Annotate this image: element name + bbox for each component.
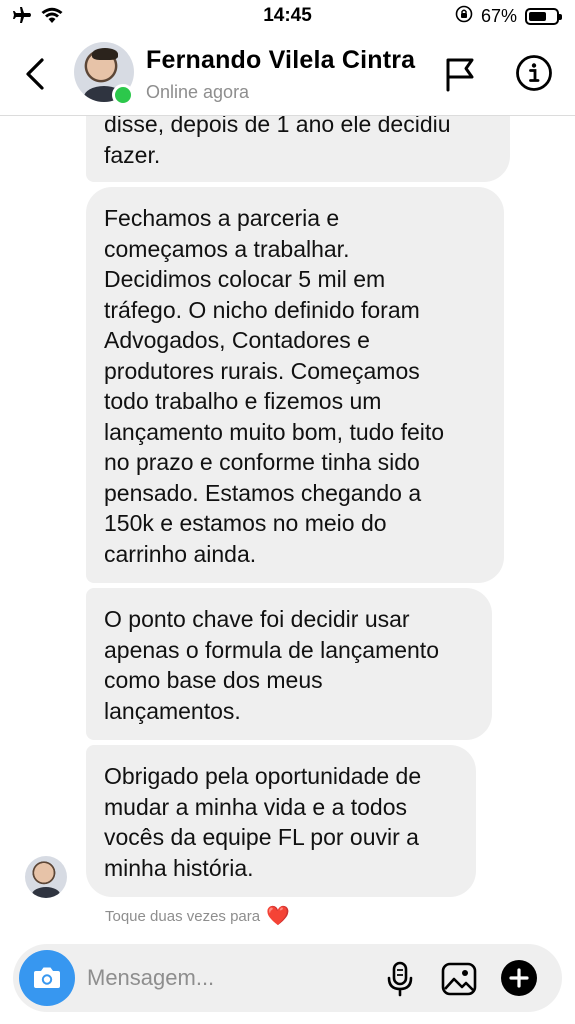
battery-icon [525, 8, 562, 25]
message-bubble[interactable]: Obrigado pela oportunidade de mudar a mi… [86, 745, 476, 897]
message-text: O ponto chave foi decidir usar apenas o … [104, 606, 439, 724]
back-button[interactable] [20, 54, 52, 94]
plus-icon [509, 968, 529, 988]
message-text: Fechamos a parceria e começamos a trabal… [104, 205, 445, 567]
heart-icon: ❤️ [266, 906, 290, 927]
chat-header: Fernando Vilela Cintra Online agora [0, 32, 575, 116]
gallery-button[interactable] [440, 960, 478, 998]
sender-avatar[interactable] [25, 856, 67, 898]
message-composer [13, 944, 562, 1012]
online-indicator [112, 84, 134, 106]
message-text: disse, depois de 1 ano ele decidiu fazer… [104, 116, 451, 168]
status-bar: 14:45 67% [0, 0, 575, 32]
report-button[interactable] [442, 54, 478, 94]
info-button[interactable] [515, 54, 553, 92]
message-thread[interactable]: disse, depois de 1 ano ele decidiu fazer… [0, 116, 575, 936]
hint-text: Toque duas vezes para [105, 907, 261, 925]
gallery-icon [441, 962, 477, 996]
message-bubble[interactable]: O ponto chave foi decidir usar apenas o … [86, 588, 492, 740]
message-bubble[interactable]: Fechamos a parceria e começamos a trabal… [86, 187, 504, 583]
microphone-icon [387, 961, 413, 997]
status-right-icons: 67% [455, 5, 562, 28]
info-icon [516, 55, 552, 91]
message-bubble[interactable]: disse, depois de 1 ano ele decidiu fazer… [86, 116, 510, 182]
more-options-button[interactable] [501, 960, 537, 996]
message-text: Obrigado pela oportunidade de mudar a mi… [104, 763, 422, 881]
battery-fill [529, 12, 547, 21]
battery-percent: 67% [480, 6, 517, 26]
message-input[interactable] [87, 960, 367, 996]
orientation-lock-icon [455, 5, 473, 28]
flag-icon [446, 58, 474, 92]
camera-icon [34, 967, 60, 988]
contact-status: Online agora [146, 82, 250, 102]
voice-message-button[interactable] [383, 960, 417, 998]
double-tap-hint: Toque duas vezes para ❤️ [105, 904, 290, 928]
contact-name[interactable]: Fernando Vilela Cintra [146, 46, 415, 75]
camera-button[interactable] [19, 950, 75, 1006]
back-icon [26, 58, 44, 90]
